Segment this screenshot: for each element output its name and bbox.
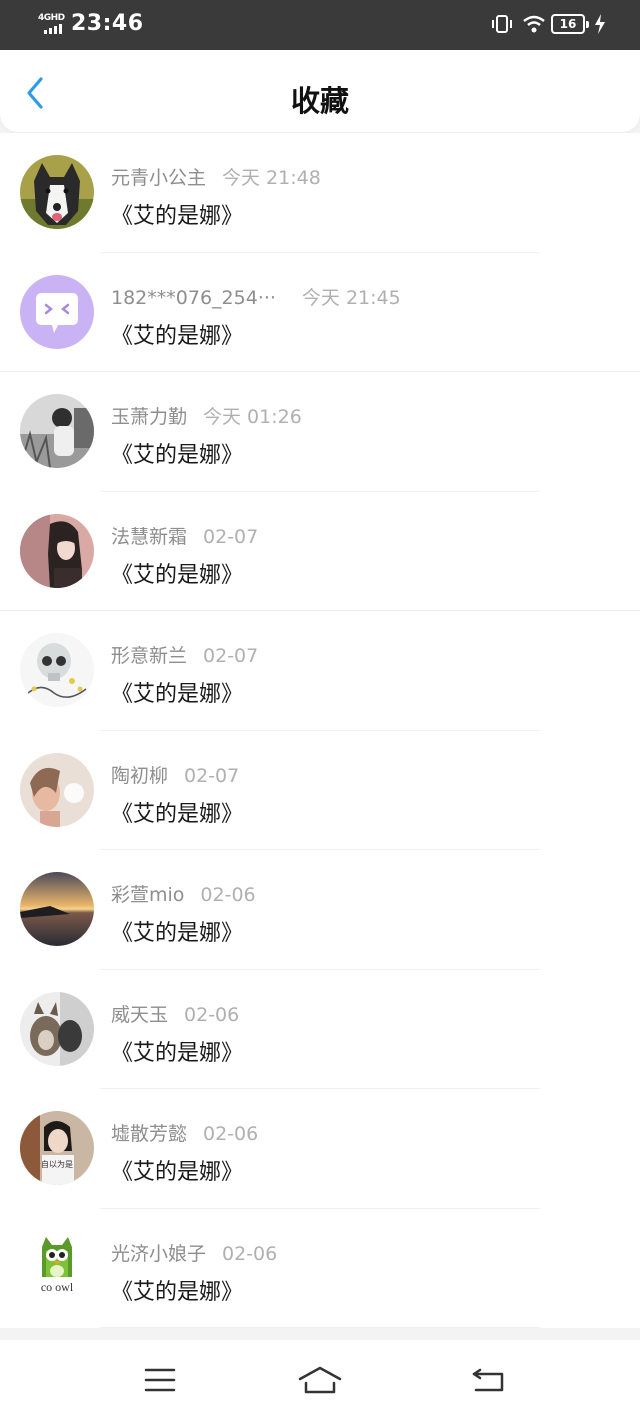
system-nav-bar	[0, 1340, 640, 1422]
clock: 23:46	[71, 11, 144, 36]
avatar[interactable]	[20, 872, 94, 946]
user-name[interactable]: 彩萱mio	[111, 884, 184, 906]
item-time: 02-07	[184, 764, 240, 787]
list-item[interactable]: 彩萱mio 02-06 《艾的是娜》	[0, 850, 640, 970]
book-title[interactable]: 《艾的是娜》	[111, 1154, 243, 1186]
list-item[interactable]: co owl 光济小娘子 02-06 《艾的是娜》	[0, 1208, 640, 1328]
item-time: 02-06	[222, 1242, 278, 1265]
book-title[interactable]: 《艾的是娜》	[111, 437, 243, 469]
book-title[interactable]: 《艾的是娜》	[111, 198, 243, 230]
item-time: 02-06	[184, 1003, 240, 1026]
list-item[interactable]: 形意新兰 02-07 《艾的是娜》	[0, 611, 640, 731]
back-nav-button[interactable]	[466, 1362, 510, 1398]
avatar[interactable]	[20, 633, 94, 707]
item-meta: 玉萧力勤 今天 01:26	[111, 402, 302, 429]
item-time: 今天 01:26	[203, 406, 302, 428]
book-title[interactable]: 《艾的是娜》	[111, 557, 243, 589]
item-meta: 182***076_254··· 今天 21:45	[111, 283, 401, 310]
item-meta: 形意新兰 02-07	[111, 641, 258, 668]
item-meta: 威天玉 02-06	[111, 1000, 239, 1027]
item-meta: 法慧新霜 02-07	[111, 522, 258, 549]
user-name[interactable]: 威天玉	[111, 1004, 168, 1026]
network-type: 4GHD	[38, 13, 65, 23]
avatar[interactable]	[20, 155, 94, 229]
book-title[interactable]: 《艾的是娜》	[111, 915, 243, 947]
user-name[interactable]: 墟散芳懿	[111, 1123, 187, 1145]
vibrate-icon	[492, 15, 512, 33]
battery-level: 16	[559, 17, 577, 31]
list-item[interactable]: 法慧新霜 02-07 《艾的是娜》	[0, 491, 640, 611]
status-bar: 4GHD 23:46 16	[0, 0, 640, 50]
item-time: 02-06	[200, 884, 256, 906]
home-button[interactable]	[298, 1362, 342, 1398]
user-name[interactable]: 光济小娘子	[111, 1243, 206, 1265]
avatar-caption: 自以为是	[41, 1159, 73, 1169]
avatar[interactable]	[20, 394, 94, 468]
divider	[100, 1327, 540, 1328]
item-meta: 陶初柳 02-07	[111, 761, 239, 788]
avatar[interactable]	[20, 991, 94, 1066]
avatar[interactable]	[20, 513, 94, 588]
list-item[interactable]: 自以为是 墟散芳懿 02-06 《艾的是娜》	[0, 1089, 640, 1209]
item-time: 02-06	[203, 1123, 259, 1145]
wifi-icon	[523, 15, 545, 33]
item-meta: 元青小公主 今天 21:48	[111, 163, 321, 190]
book-title[interactable]: 《艾的是娜》	[111, 796, 243, 828]
charging-icon	[595, 14, 605, 34]
menu-icon	[144, 1368, 176, 1392]
book-title[interactable]: 《艾的是娜》	[111, 1274, 243, 1306]
list-item[interactable]: 182***076_254··· 今天 21:45 《艾的是娜》	[0, 252, 640, 372]
menu-button[interactable]	[138, 1362, 182, 1398]
user-name[interactable]: 陶初柳	[111, 765, 168, 787]
item-meta: 光济小娘子 02-06	[111, 1239, 277, 1266]
header: 收藏	[0, 50, 640, 132]
book-title[interactable]: 《艾的是娜》	[111, 1035, 243, 1067]
book-title[interactable]: 《艾的是娜》	[111, 676, 243, 708]
page-title: 收藏	[290, 84, 349, 118]
avatar[interactable]: co owl	[20, 1230, 94, 1305]
signal-icon	[44, 24, 62, 34]
home-icon	[298, 1366, 342, 1394]
user-name[interactable]: 182***076_254···	[111, 287, 276, 309]
avatar-caption: co owl	[41, 1280, 74, 1294]
item-time: 02-07	[203, 525, 259, 548]
battery-icon: 16	[551, 14, 589, 34]
list-item[interactable]: 玉萧力勤 今天 01:26 《艾的是娜》	[0, 372, 640, 492]
user-name[interactable]: 玉萧力勤	[111, 406, 187, 428]
item-time: 今天 21:45	[301, 286, 401, 309]
item-time: 今天 21:48	[222, 167, 321, 189]
user-name[interactable]: 形意新兰	[111, 645, 187, 667]
book-title[interactable]: 《艾的是娜》	[111, 318, 243, 350]
item-meta: 墟散芳懿 02-06	[111, 1119, 258, 1146]
avatar[interactable]: 自以为是	[20, 1111, 94, 1185]
user-name[interactable]: 法慧新霜	[111, 526, 187, 548]
favorites-list: 元青小公主 今天 21:48 《艾的是娜》 182***076_254··· 今天 …	[0, 133, 640, 1328]
list-item[interactable]: 威天玉 02-06 《艾的是娜》	[0, 969, 640, 1089]
list-item[interactable]: 元青小公主 今天 21:48 《艾的是娜》	[0, 133, 640, 253]
user-name[interactable]: 元青小公主	[111, 167, 206, 189]
item-meta: 彩萱mio 02-06	[111, 880, 256, 907]
return-icon	[472, 1368, 504, 1392]
item-time: 02-07	[203, 645, 259, 667]
list-item[interactable]: 陶初柳 02-07 《艾的是娜》	[0, 730, 640, 850]
avatar[interactable]	[20, 274, 94, 349]
avatar[interactable]	[20, 752, 94, 827]
